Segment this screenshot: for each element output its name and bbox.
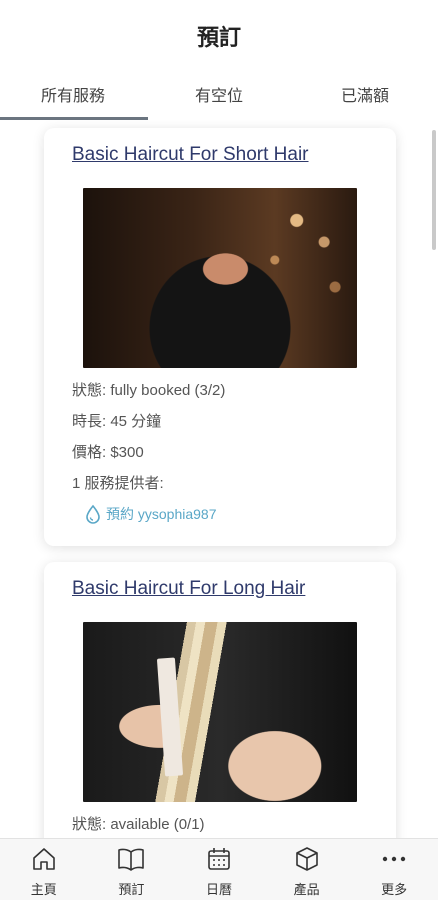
nav-more-label: 更多: [381, 882, 408, 897]
calendar-icon: [205, 845, 233, 873]
book-icon: [117, 845, 145, 873]
app-header: 預訂: [0, 0, 438, 68]
page-title: 預訂: [196, 25, 241, 50]
service-image: [83, 622, 357, 802]
service-providers-count: 1 服務提供者:: [72, 475, 164, 492]
service-price: 價格: $300: [72, 444, 144, 461]
tab-available[interactable]: 有空位: [146, 68, 292, 120]
provider-link-label: 預約 yysophia987: [106, 506, 217, 522]
nav-products-label: 產品: [293, 882, 320, 897]
cube-icon: [293, 845, 321, 873]
drop-icon: [86, 504, 100, 524]
tab-bar: 所有服務 有空位 已滿額: [0, 68, 438, 120]
nav-calendar-label: 日曆: [205, 882, 232, 897]
service-title-link[interactable]: Basic Haircut For Long Hair: [72, 578, 305, 600]
provider-booking-link[interactable]: 預約 yysophia987: [84, 504, 368, 524]
more-icon: [380, 845, 408, 873]
service-status: 狀態: available (0/1): [72, 816, 205, 833]
nav-products[interactable]: 產品: [263, 839, 351, 900]
bottom-nav: 主頁 預訂 日曆 產品 更多: [0, 838, 438, 900]
service-status: 狀態: fully booked (3/2): [72, 382, 226, 399]
service-duration: 時長: 45 分鐘: [72, 413, 162, 430]
nav-calendar[interactable]: 日曆: [175, 839, 263, 900]
service-card: Basic Haircut For Short Hair 狀態: fully b…: [44, 128, 396, 546]
tab-fully-booked[interactable]: 已滿額: [292, 68, 438, 120]
nav-booking[interactable]: 預訂: [88, 839, 176, 900]
service-card: Basic Haircut For Long Hair 狀態: availabl…: [44, 562, 396, 838]
nav-home-label: 主頁: [30, 882, 57, 897]
tab-all-services[interactable]: 所有服務: [0, 68, 148, 120]
nav-more[interactable]: 更多: [350, 839, 438, 900]
nav-home[interactable]: 主頁: [0, 839, 88, 900]
scrollbar[interactable]: [432, 130, 436, 250]
service-title-link[interactable]: Basic Haircut For Short Hair: [72, 144, 309, 166]
service-list[interactable]: Basic Haircut For Short Hair 狀態: fully b…: [0, 120, 438, 838]
comb-illustration: [156, 657, 184, 777]
nav-booking-label: 預訂: [118, 882, 145, 897]
service-image: [83, 188, 357, 368]
home-icon: [30, 845, 58, 873]
